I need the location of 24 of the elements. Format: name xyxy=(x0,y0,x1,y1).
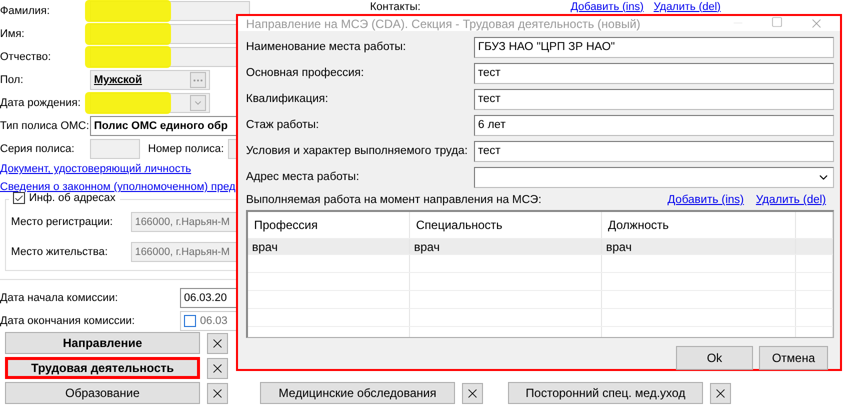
field-label: Дата рождения: xyxy=(0,96,82,109)
field-label: Тип полиса ОМС: xyxy=(0,120,90,132)
field-label: Адрес места работы: xyxy=(246,171,360,183)
table-cell: врач xyxy=(248,239,410,254)
field-label: Место жительства: xyxy=(10,246,109,258)
field-label: Номер полиса: xyxy=(148,142,225,155)
field-label: Условия и характер выполняемого труда: xyxy=(246,145,469,157)
field-label: Фамилия: xyxy=(0,5,51,18)
table-cell: врач xyxy=(410,239,602,254)
field-label: Пол: xyxy=(0,74,24,86)
field-label: Контакты: xyxy=(370,0,421,12)
field-label: Квалификация: xyxy=(246,93,330,105)
window-title: Направление на МСЭ (CDA). Секция - Трудовая деятельность (новый) xyxy=(246,16,640,30)
field-label: Наименование места работы: xyxy=(246,41,407,53)
field-label: Имя: xyxy=(0,28,26,40)
field-label: Дата начала комиссии: xyxy=(0,292,119,304)
checkbox-label: Инф. об адресах xyxy=(29,192,116,204)
table-cell: врач xyxy=(602,239,796,254)
field-label: Дата окончания комиссии: xyxy=(0,314,136,327)
field-label: Отчество: xyxy=(0,51,52,64)
section-label: Выполняемая работа на момент направления на МСЭ: xyxy=(246,194,542,206)
field-label: Серия полиса: xyxy=(0,142,76,155)
field-label: Место регистрации: xyxy=(10,216,114,228)
field-label: Основная профессия: xyxy=(246,67,365,79)
